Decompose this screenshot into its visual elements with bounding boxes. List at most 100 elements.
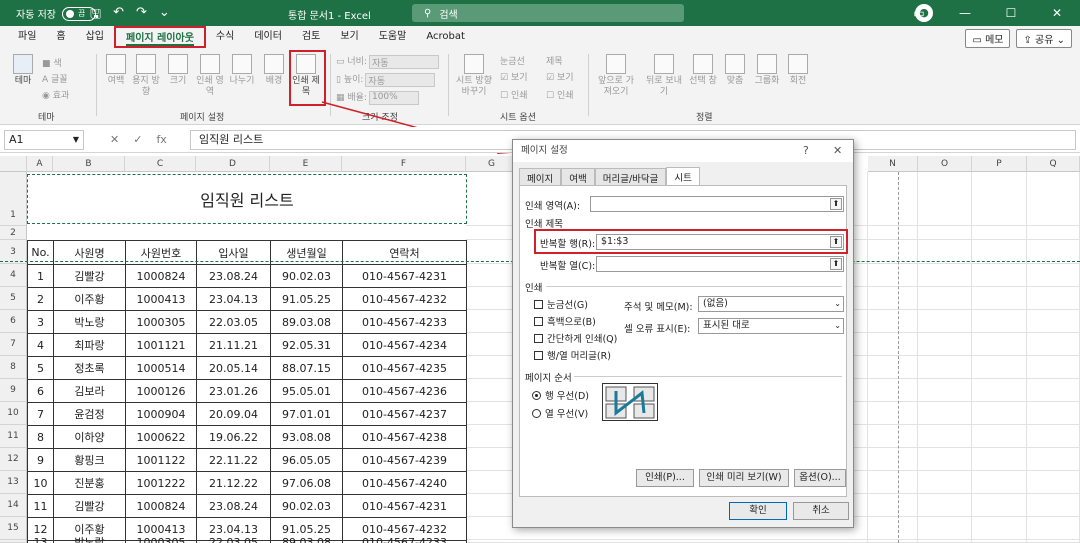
row-header[interactable]: 11 bbox=[0, 425, 27, 448]
table-cell[interactable]: 010-4567-4233 bbox=[342, 310, 467, 334]
grid-cell[interactable] bbox=[972, 226, 1027, 240]
table-cell[interactable]: 2 bbox=[27, 287, 54, 311]
cancel-icon[interactable]: ✕ bbox=[110, 133, 119, 146]
table-cell[interactable]: 황핑크 bbox=[53, 448, 126, 472]
grid-cell[interactable] bbox=[1027, 517, 1080, 540]
print-button[interactable]: 인쇄(P)... bbox=[636, 469, 694, 487]
grid-cell[interactable] bbox=[918, 226, 972, 240]
tab-sheet[interactable]: 시트 bbox=[666, 167, 700, 187]
table-cell[interactable]: 1001121 bbox=[125, 333, 197, 357]
grid-cell[interactable] bbox=[1027, 425, 1080, 448]
table-cell[interactable]: 20.05.14 bbox=[196, 356, 271, 380]
grid-cell[interactable] bbox=[868, 287, 918, 310]
table-cell[interactable]: 1000824 bbox=[125, 264, 197, 288]
row-header[interactable]: 14 bbox=[0, 494, 27, 517]
grid-cell[interactable] bbox=[918, 310, 972, 333]
over-then-down-radio[interactable]: 열 우선(V) bbox=[532, 406, 588, 420]
collapse-icon[interactable]: ⬆ bbox=[830, 198, 842, 210]
row-header[interactable]: 13 bbox=[0, 471, 27, 494]
grid-cell[interactable] bbox=[918, 172, 972, 226]
table-cell[interactable]: 10 bbox=[27, 471, 54, 495]
grid-cell[interactable] bbox=[868, 425, 918, 448]
grid-cell[interactable] bbox=[918, 379, 972, 402]
table-cell[interactable]: 박노랑 bbox=[53, 310, 126, 334]
table-cell[interactable]: 20.09.04 bbox=[196, 402, 271, 426]
column-header[interactable]: O bbox=[918, 156, 972, 172]
grid-cell[interactable] bbox=[868, 448, 918, 471]
grid-cell[interactable] bbox=[868, 264, 918, 287]
table-cell[interactable]: 21.12.22 bbox=[196, 471, 271, 495]
table-cell[interactable]: 1000126 bbox=[125, 379, 197, 403]
print-preview-button[interactable]: 인쇄 미리 보기(W) bbox=[699, 469, 789, 487]
column-header[interactable]: C bbox=[125, 156, 196, 172]
grid-cell[interactable] bbox=[972, 379, 1027, 402]
table-cell[interactable]: 010-4567-4240 bbox=[342, 471, 467, 495]
gridlines-checkbox[interactable]: 눈금선(G) bbox=[534, 297, 588, 311]
grid-cell[interactable] bbox=[918, 448, 972, 471]
confirm-icon[interactable]: ✓ bbox=[133, 133, 142, 146]
table-cell[interactable]: 010-4567-4238 bbox=[342, 425, 467, 449]
cancel-button[interactable]: 취소 bbox=[793, 502, 849, 520]
table-cell[interactable]: 김빨강 bbox=[53, 264, 126, 288]
table-cell[interactable]: 4 bbox=[27, 333, 54, 357]
grid-cell[interactable] bbox=[972, 287, 1027, 310]
grid-cell[interactable] bbox=[1027, 402, 1080, 425]
table-cell[interactable]: 이주황 bbox=[53, 287, 126, 311]
table-cell[interactable]: 010-4567-4235 bbox=[342, 356, 467, 380]
table-cell[interactable]: 1000824 bbox=[125, 494, 197, 518]
row-header[interactable]: 10 bbox=[0, 402, 27, 425]
table-cell[interactable]: 010-4567-4239 bbox=[342, 448, 467, 472]
table-cell[interactable]: 8 bbox=[27, 425, 54, 449]
grid-cell[interactable] bbox=[918, 287, 972, 310]
grid-cell[interactable] bbox=[972, 517, 1027, 540]
grid-cell[interactable] bbox=[868, 310, 918, 333]
row-header[interactable]: 15 bbox=[0, 517, 27, 540]
sheet-title-cell[interactable]: 임직원 리스트 bbox=[27, 174, 467, 224]
grid-cell[interactable] bbox=[1027, 172, 1080, 226]
grid-cell[interactable] bbox=[868, 333, 918, 356]
table-cell[interactable]: 진분홍 bbox=[53, 471, 126, 495]
grid-cell[interactable] bbox=[972, 494, 1027, 517]
row-header[interactable]: 1 bbox=[0, 172, 27, 226]
table-cell[interactable]: 5 bbox=[27, 356, 54, 380]
name-box[interactable]: A1 ▼ bbox=[4, 130, 84, 150]
row-header[interactable]: 2 bbox=[0, 226, 27, 240]
fx-icon[interactable]: fx bbox=[156, 133, 166, 146]
table-cell[interactable]: 23.08.24 bbox=[196, 494, 271, 518]
column-header[interactable]: Q bbox=[1027, 156, 1080, 172]
table-cell[interactable]: 90.02.03 bbox=[270, 494, 343, 518]
grid-cell[interactable] bbox=[1027, 356, 1080, 379]
grid-cell[interactable] bbox=[868, 356, 918, 379]
table-cell[interactable]: 010-4567-4234 bbox=[342, 333, 467, 357]
grid-cell[interactable] bbox=[868, 172, 918, 226]
table-cell[interactable]: 9 bbox=[27, 448, 54, 472]
table-cell[interactable]: 96.05.05 bbox=[270, 448, 343, 472]
grid-cell[interactable] bbox=[918, 333, 972, 356]
table-cell[interactable]: 97.01.01 bbox=[270, 402, 343, 426]
table-cell[interactable]: 1000622 bbox=[125, 425, 197, 449]
grid-cell[interactable] bbox=[972, 402, 1027, 425]
column-header[interactable]: A bbox=[27, 156, 53, 172]
grid-cell[interactable] bbox=[1027, 264, 1080, 287]
column-header[interactable]: P bbox=[972, 156, 1027, 172]
table-cell[interactable]: 김빨강 bbox=[53, 494, 126, 518]
row-header[interactable]: 12 bbox=[0, 448, 27, 471]
table-cell[interactable]: 010-4567-4232 bbox=[342, 287, 467, 311]
grid-cell[interactable] bbox=[1027, 494, 1080, 517]
grid-cell[interactable] bbox=[918, 356, 972, 379]
table-cell[interactable]: 1 bbox=[27, 264, 54, 288]
cols-repeat-input[interactable]: ⬆ bbox=[596, 256, 844, 272]
row-header[interactable]: 9 bbox=[0, 379, 27, 402]
errors-select[interactable]: 표시된 대로 ⌄ bbox=[698, 318, 844, 334]
column-header[interactable]: F bbox=[342, 156, 466, 172]
grid-cell[interactable] bbox=[918, 471, 972, 494]
table-cell[interactable]: 22.03.05 bbox=[196, 310, 271, 334]
table-cell[interactable]: 11 bbox=[27, 494, 54, 518]
table-cell[interactable]: 88.07.15 bbox=[270, 356, 343, 380]
grid-cell[interactable] bbox=[918, 494, 972, 517]
table-cell[interactable]: 21.11.21 bbox=[196, 333, 271, 357]
column-header[interactable]: D bbox=[196, 156, 270, 172]
options-button[interactable]: 옵션(O)... bbox=[794, 469, 846, 487]
table-cell[interactable]: 92.05.31 bbox=[270, 333, 343, 357]
table-cell[interactable]: 윤검정 bbox=[53, 402, 126, 426]
